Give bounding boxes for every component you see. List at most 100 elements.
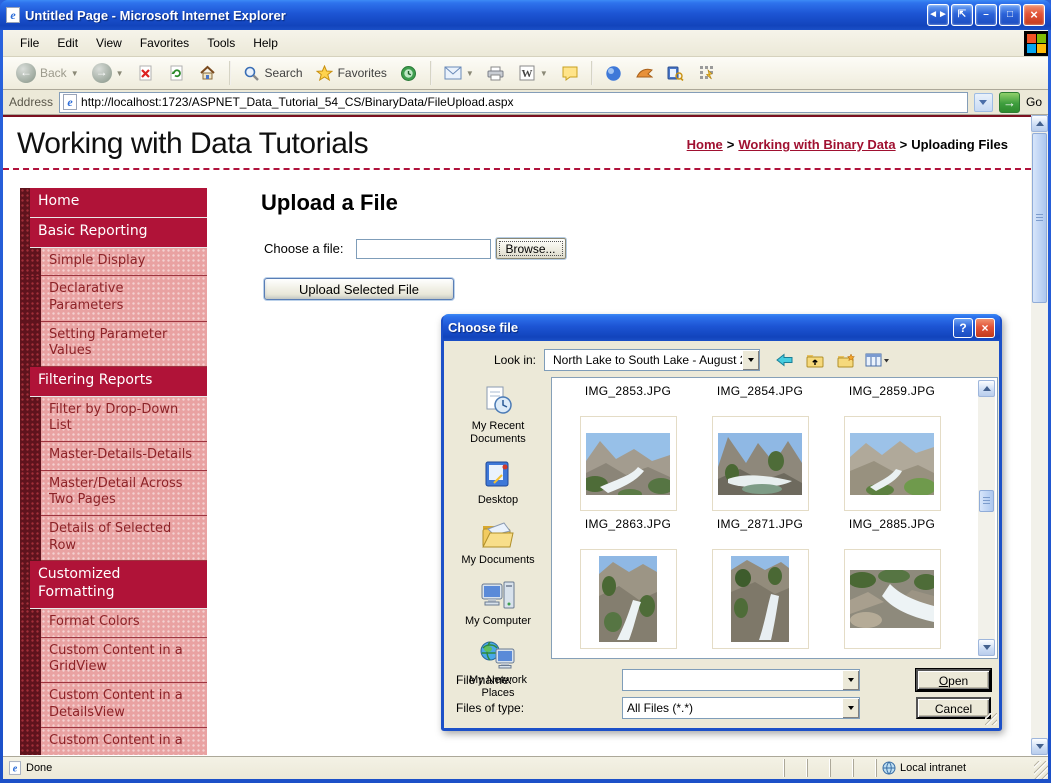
minimize-button[interactable]: – [975, 4, 997, 26]
window-resize-grip[interactable] [1034, 761, 1048, 779]
print-icon [487, 64, 505, 82]
photo-thumbnail-portrait-1[interactable] [580, 549, 677, 649]
home-button[interactable] [194, 61, 222, 85]
look-in-combobox[interactable]: North Lake to South Lake - August 2006 [544, 349, 760, 371]
upload-selected-file-button[interactable]: Upload Selected File [264, 278, 454, 300]
favorites-button[interactable]: Favorites [311, 61, 392, 85]
breadcrumb-separator: > [896, 137, 912, 152]
addon-button-2[interactable] [693, 61, 721, 85]
menu-edit[interactable]: Edit [48, 32, 87, 54]
pan-arrows-button[interactable]: ◄► [927, 4, 949, 26]
research-button[interactable] [662, 61, 690, 85]
dialog-help-button[interactable]: ? [953, 318, 973, 338]
photo-thumbnail-portrait-2[interactable] [712, 549, 809, 649]
pop-out-button[interactable]: ⇱ [951, 4, 973, 26]
menu-tools[interactable]: Tools [198, 32, 244, 54]
sidebar-item-custom-content-in-a-detailsview[interactable]: Custom Content in a DetailsView [20, 683, 207, 728]
messenger-button[interactable] [600, 61, 628, 85]
sidebar-item-basic-reporting[interactable]: Basic Reporting [20, 218, 207, 248]
browse-button[interactable]: Browse... [496, 238, 566, 259]
breadcrumb-home[interactable]: Home [687, 137, 723, 152]
view-menu-button[interactable] [865, 349, 889, 371]
dialog-close-button[interactable]: × [975, 318, 995, 338]
maximize-button[interactable]: □ [999, 4, 1021, 26]
address-dropdown-button[interactable] [974, 93, 993, 112]
close-button[interactable]: × [1023, 4, 1045, 26]
edit-with-word-button[interactable]: W ▼ [513, 61, 553, 85]
breadcrumb-working-with-binary-data[interactable]: Working with Binary Data [738, 137, 895, 152]
standard-buttons-toolbar: ← Back▼ → ▼ Search [3, 57, 1048, 90]
file-name-label[interactable]: IMG_2853.JPG [585, 384, 671, 398]
place-my-recent-documents[interactable]: My Recent Documents [452, 385, 544, 446]
sidebar-item-declarative-parameters[interactable]: Declarative Parameters [20, 276, 207, 321]
address-input[interactable]: e http://localhost:1723/ASPNET_Data_Tuto… [59, 92, 968, 113]
file-name-label: File name: [444, 673, 544, 687]
look-in-dropdown-button[interactable] [742, 350, 759, 370]
sidebar-item-label: Declarative Parameters [41, 276, 207, 321]
photo-thumbnail-rapids[interactable] [844, 549, 941, 649]
file-upload-input[interactable] [356, 239, 491, 259]
scroll-down-arrow[interactable] [1031, 738, 1048, 755]
file-name-label[interactable]: IMG_2885.JPG [849, 517, 935, 531]
menu-view[interactable]: View [87, 32, 131, 54]
back-folder-button[interactable] [772, 349, 796, 371]
file-name-dropdown-button[interactable] [842, 670, 859, 690]
place-desktop[interactable]: Desktop [452, 459, 544, 507]
sidebar-item-setting-parameter-values[interactable]: Setting Parameter Values [20, 322, 207, 367]
title-bar: e Untitled Page - Microsoft Internet Exp… [0, 0, 1051, 30]
dialog-resize-grip[interactable] [985, 713, 997, 725]
sidebar-item-custom-content-in-a[interactable]: Custom Content in a [20, 728, 207, 755]
sidebar-item-master-detail-across-two-pages[interactable]: Master/Detail Across Two Pages [20, 471, 207, 516]
back-button[interactable]: ← Back▼ [11, 60, 84, 86]
files-of-type-combobox[interactable]: All Files (*.*) [622, 697, 860, 719]
file-name-combobox[interactable] [622, 669, 860, 691]
sidebar-item-filtering-reports[interactable]: Filtering Reports [20, 367, 207, 397]
files-of-type-value: All Files (*.*) [623, 701, 842, 715]
sidebar-item-format-colors[interactable]: Format Colors [20, 609, 207, 638]
search-button[interactable]: Search [238, 61, 308, 85]
refresh-button[interactable] [163, 61, 191, 85]
sidebar-item-custom-content-in-a-gridview[interactable]: Custom Content in a GridView [20, 638, 207, 683]
up-one-level-button[interactable] [803, 349, 827, 371]
scrollbar-thumb[interactable] [1032, 133, 1047, 303]
sidebar-item-home[interactable]: Home [20, 188, 207, 218]
mail-button[interactable]: ▼ [439, 61, 479, 85]
sidebar-item-master-details-details[interactable]: Master-Details-Details [20, 442, 207, 471]
file-list-scrollbar[interactable] [978, 380, 995, 656]
list-scrollbar-thumb[interactable] [979, 490, 994, 512]
place-my-computer[interactable]: My Computer [452, 580, 544, 628]
page-scrollbar[interactable] [1031, 115, 1048, 755]
sidebar-item-simple-display[interactable]: Simple Display [20, 248, 207, 277]
sidebar-item-label: Custom Content in a GridView [41, 638, 207, 683]
go-button-icon[interactable]: → [999, 92, 1020, 113]
photo-thumbnail-landscape-3[interactable] [844, 416, 941, 511]
menu-favorites[interactable]: Favorites [131, 32, 198, 54]
list-scroll-up-arrow[interactable] [978, 380, 995, 397]
place-my-documents[interactable]: My Documents [452, 521, 544, 567]
files-of-type-dropdown-button[interactable] [842, 698, 859, 718]
place-label: Desktop [478, 494, 518, 507]
photo-thumbnail-landscape-1[interactable] [580, 416, 677, 511]
file-name-label[interactable]: IMG_2859.JPG [849, 384, 935, 398]
discuss-button[interactable] [556, 61, 584, 85]
history-button[interactable] [395, 61, 423, 85]
menu-file[interactable]: File [11, 32, 48, 54]
sidebar-item-filter-by-drop-down-list[interactable]: Filter by Drop-Down List [20, 397, 207, 442]
forward-button[interactable]: → ▼ [87, 60, 129, 86]
addon-button-1[interactable] [631, 61, 659, 85]
go-label[interactable]: Go [1026, 95, 1042, 109]
sidebar-item-details-of-selected-row[interactable]: Details of Selected Row [20, 516, 207, 561]
file-name-label[interactable]: IMG_2863.JPG [585, 517, 671, 531]
cancel-button[interactable]: Cancel [916, 697, 991, 719]
open-button[interactable]: Open [916, 669, 991, 691]
file-name-label[interactable]: IMG_2871.JPG [717, 517, 803, 531]
print-button[interactable] [482, 61, 510, 85]
sidebar-item-customized-formatting[interactable]: Customized Formatting [20, 561, 207, 609]
file-name-label[interactable]: IMG_2854.JPG [717, 384, 803, 398]
photo-thumbnail-landscape-2[interactable] [712, 416, 809, 511]
scroll-up-arrow[interactable] [1031, 115, 1048, 132]
list-scroll-down-arrow[interactable] [978, 639, 995, 656]
stop-button[interactable] [132, 61, 160, 85]
create-new-folder-button[interactable] [834, 349, 858, 371]
menu-help[interactable]: Help [244, 32, 287, 54]
